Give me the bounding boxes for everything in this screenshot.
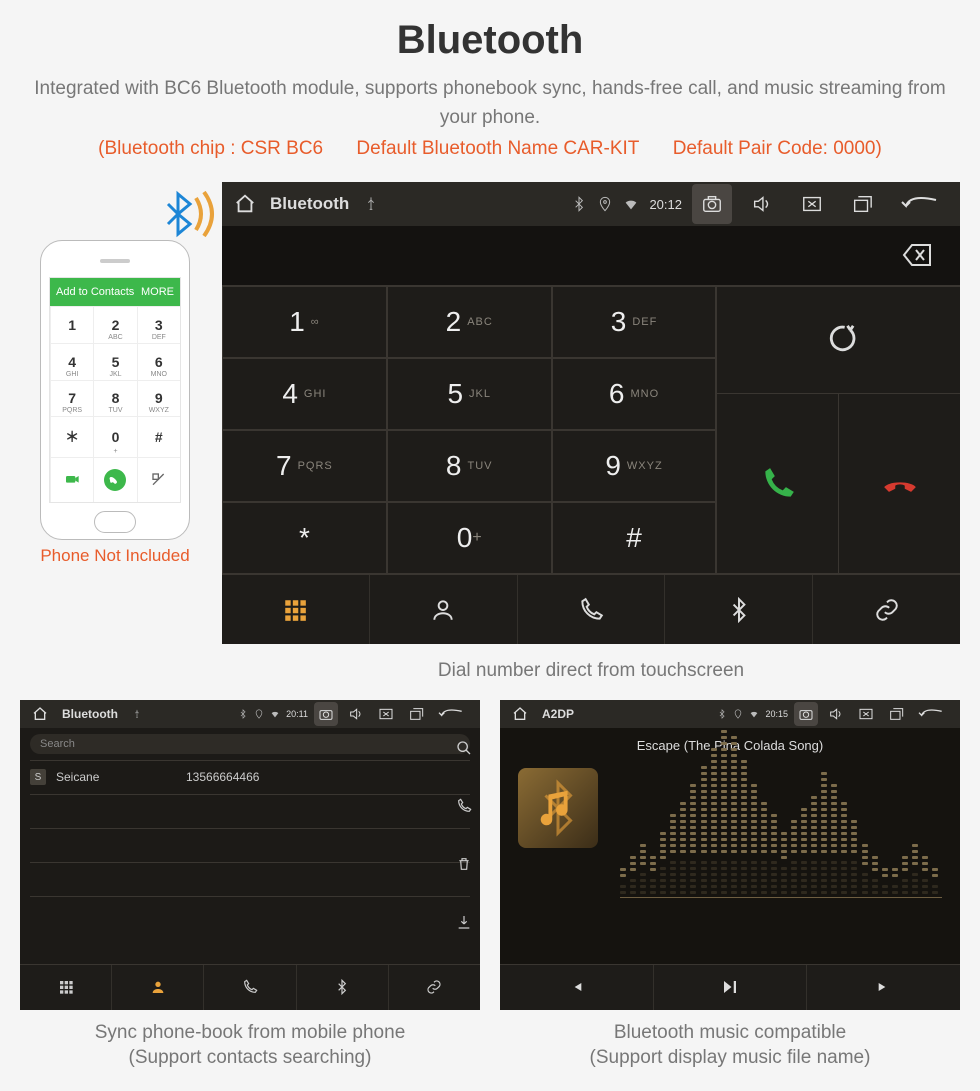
recents-button[interactable]: [884, 702, 908, 726]
key-5[interactable]: 5JKL: [387, 358, 552, 430]
nav-phone[interactable]: [518, 575, 666, 644]
wifi-icon: [749, 709, 759, 719]
clock-time: 20:11: [286, 709, 308, 719]
screenshot-button[interactable]: [314, 702, 338, 726]
home-icon[interactable]: [32, 706, 48, 722]
nav-link[interactable]: [813, 575, 960, 644]
home-icon[interactable]: [234, 193, 256, 215]
delete-icon[interactable]: [456, 848, 472, 880]
close-button[interactable]: [374, 702, 398, 726]
nav-phone[interactable]: [204, 965, 296, 1010]
wifi-icon: [623, 196, 639, 212]
phone-device: Add to Contacts MORE 1 2ABC 3DEF 4GHI 5J…: [40, 240, 190, 540]
audio-visualizer: [620, 784, 942, 954]
page-title: Bluetooth: [20, 18, 960, 63]
nav-keypad[interactable]: [20, 965, 112, 1010]
key-hash[interactable]: #: [552, 502, 717, 574]
key-star[interactable]: *: [222, 502, 387, 574]
play-pause-button[interactable]: [654, 965, 808, 1010]
album-art-icon: [518, 768, 598, 848]
key-0[interactable]: 0+: [387, 502, 552, 574]
back-button[interactable]: [914, 702, 948, 726]
phonebook-head-unit: Bluetooth 20:11: [20, 700, 480, 1010]
nav-link[interactable]: [389, 965, 480, 1010]
key-9[interactable]: 9WXYZ: [552, 430, 717, 502]
a2dp-head-unit: A2DP 20:15: [500, 700, 960, 1010]
page-subtitle: Integrated with BC6 Bluetooth module, su…: [20, 75, 960, 132]
screenshot-button[interactable]: [794, 702, 818, 726]
key-3[interactable]: 3DEF: [552, 286, 717, 358]
screenshot-button[interactable]: [692, 184, 732, 224]
phone-not-included: Phone Not Included: [40, 546, 189, 566]
nav-bluetooth[interactable]: [297, 965, 389, 1010]
bluetooth-icon: [571, 196, 587, 212]
spec-line: (Bluetooth chip : CSR BC6 Default Blueto…: [20, 138, 960, 160]
redial-button[interactable]: [716, 286, 960, 394]
caption-music: Bluetooth music compatible(Support displ…: [500, 1020, 960, 1071]
wifi-icon: [270, 709, 280, 719]
search-icon[interactable]: [456, 732, 472, 764]
backspace-button[interactable]: [894, 240, 934, 270]
volume-button[interactable]: [742, 184, 782, 224]
location-icon: [254, 709, 264, 719]
recents-button[interactable]: [842, 184, 882, 224]
bluetooth-icon: [717, 709, 727, 719]
clock-time: 20:12: [649, 197, 682, 212]
key-4[interactable]: 4GHI: [222, 358, 387, 430]
recents-button[interactable]: [404, 702, 428, 726]
app-title: Bluetooth: [62, 707, 118, 721]
home-icon[interactable]: [512, 706, 528, 722]
call-button[interactable]: [717, 394, 838, 573]
nav-contacts[interactable]: [370, 575, 518, 644]
hangup-button[interactable]: [838, 394, 960, 573]
next-button[interactable]: [807, 965, 960, 1010]
phone-app-header: Add to Contacts: [56, 286, 134, 298]
dialer-head-unit: Bluetooth 20:12: [222, 182, 960, 644]
contact-number: 13566664466: [186, 770, 259, 784]
prev-button[interactable]: [500, 965, 654, 1010]
nav-keypad[interactable]: [222, 575, 370, 644]
caption-phonebook: Sync phone-book from mobile phone(Suppor…: [20, 1020, 480, 1071]
key-7[interactable]: 7PQRS: [222, 430, 387, 502]
bluetooth-signal-icon: [156, 182, 220, 246]
usb-icon: [132, 709, 142, 719]
number-display: [222, 226, 960, 286]
key-1[interactable]: 1∞: [222, 286, 387, 358]
nav-bluetooth[interactable]: [665, 575, 813, 644]
bluetooth-icon: [238, 709, 248, 719]
back-button[interactable]: [434, 702, 468, 726]
location-icon: [597, 196, 613, 212]
contact-row[interactable]: S Seicane 13566664466: [30, 760, 470, 794]
contact-name: Seicane: [56, 770, 176, 784]
location-icon: [733, 709, 743, 719]
phone-icon[interactable]: [456, 790, 472, 822]
download-icon[interactable]: [456, 906, 472, 938]
close-button[interactable]: [792, 184, 832, 224]
search-input[interactable]: Search: [30, 734, 470, 754]
back-button[interactable]: [892, 184, 948, 224]
close-button[interactable]: [854, 702, 878, 726]
volume-button[interactable]: [824, 702, 848, 726]
caption-dial: Dial number direct from touchscreen: [222, 658, 960, 684]
phone-illustration: Add to Contacts MORE 1 2ABC 3DEF 4GHI 5J…: [20, 182, 210, 684]
clock-time: 20:15: [765, 709, 788, 719]
key-6[interactable]: 6MNO: [552, 358, 717, 430]
phone-app-keypad: 1 2ABC 3DEF 4GHI 5JKL 6MNO 7PQRS 8TUV 9W…: [50, 306, 180, 502]
app-title: Bluetooth: [270, 194, 349, 214]
volume-button[interactable]: [344, 702, 368, 726]
phone-app-more: MORE: [141, 286, 174, 298]
app-title: A2DP: [542, 707, 574, 721]
nav-contacts[interactable]: [112, 965, 204, 1010]
key-8[interactable]: 8TUV: [387, 430, 552, 502]
key-2[interactable]: 2ABC: [387, 286, 552, 358]
contact-list: S Seicane 13566664466 . . . .: [20, 760, 480, 930]
usb-icon: [363, 196, 379, 212]
